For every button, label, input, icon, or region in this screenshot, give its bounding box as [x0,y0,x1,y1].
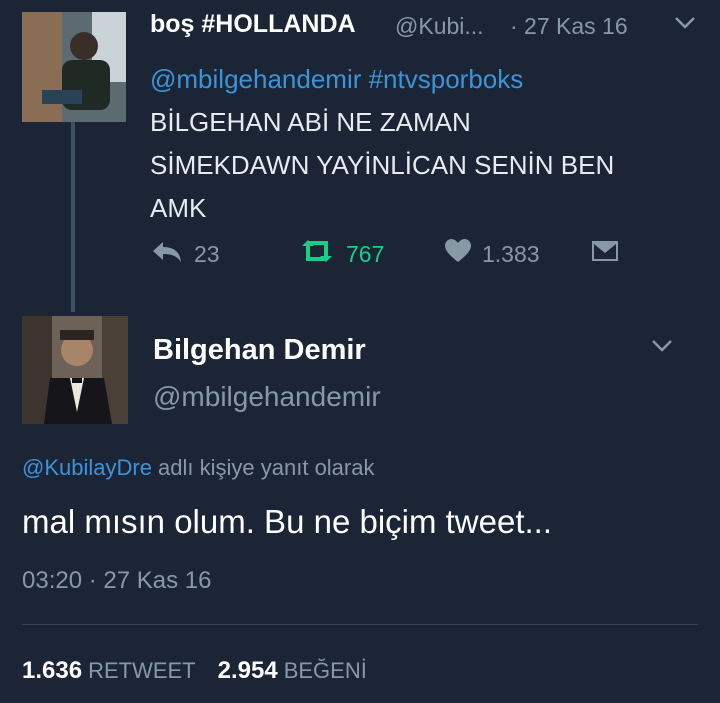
tweet-stats: 1.636 RETWEET 2.954 BEĞENİ [22,657,389,685]
tweet-timestamp[interactable]: · 27 Kas 16 [510,13,628,40]
tweet-text: @mbilgehandemir #ntvsporboks BİLGEHAN AB… [150,58,710,230]
avatar[interactable] [22,12,126,122]
tweet-actions: 23 767 1.383 [150,238,710,274]
thread-line [71,122,75,312]
tweet-mentions[interactable]: @mbilgehandemir #ntvsporboks [150,58,710,101]
tweet-line: AMK [150,193,207,223]
user-handle[interactable]: @Kubi... [395,13,484,40]
like-label[interactable]: BEĞENİ [284,658,367,683]
reply-to-handle[interactable]: @KubilayDre [22,455,152,480]
retweet-count: 767 [346,240,385,267]
retweet-icon [298,238,346,270]
avatar[interactable] [22,316,128,424]
heart-icon [444,238,482,270]
display-name[interactable]: boş #HOLLANDA [150,10,356,39]
dm-button[interactable] [590,238,630,270]
user-handle[interactable]: @mbilgehandemir [153,381,381,413]
reply-button[interactable]: 23 [150,238,220,270]
tweet-line: BİLGEHAN ABİ NE ZAMAN [150,107,471,137]
envelope-icon [590,238,630,270]
tweet-line: SİMEKDAWN YAYİNLİCAN SENİN BEN [150,150,615,180]
like-total[interactable]: 2.954 [218,657,278,684]
like-button[interactable]: 1.383 [444,238,540,270]
like-count: 1.383 [482,240,540,267]
retweet-label[interactable]: RETWEET [88,658,196,683]
reply-context: @KubilayDre adlı kişiye yanıt olarak [22,455,374,481]
reply-icon [150,238,194,270]
tweet-text: mal mısın olum. Bu ne biçim tweet... [22,503,553,540]
chevron-down-icon[interactable] [674,16,696,35]
retweet-button[interactable]: 767 [298,238,384,270]
reply-count: 23 [194,240,220,267]
divider [22,624,698,625]
reply-to-text: adlı kişiye yanıt olarak [151,455,375,480]
tweet-timestamp[interactable]: 03:20 · 27 Kas 16 [22,567,211,595]
display-name[interactable]: Bilgehan Demir [153,334,366,367]
chevron-down-icon[interactable] [651,339,673,358]
retweet-total[interactable]: 1.636 [22,657,82,684]
